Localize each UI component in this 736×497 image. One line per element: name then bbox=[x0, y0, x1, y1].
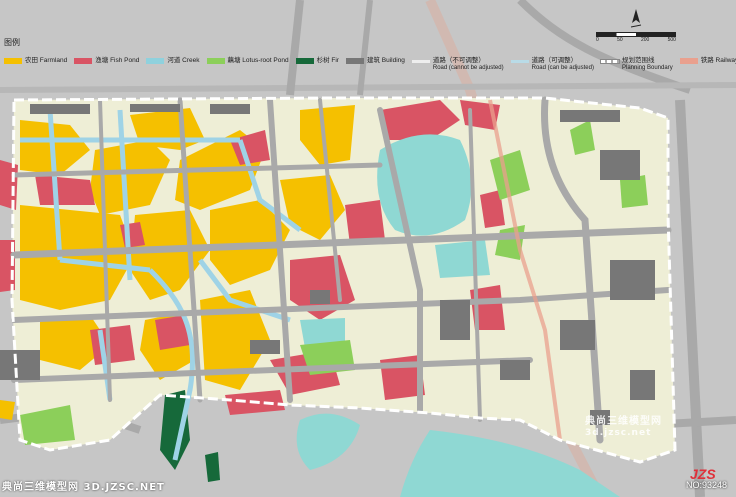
legend-item: 道路（可调整） Road (can be adjusted) bbox=[510, 57, 594, 71]
legend-item: 建筑 Building bbox=[345, 57, 405, 65]
legend-swatch bbox=[4, 58, 22, 64]
legend-item: 道路（不可调整） Road (cannot be adjusted) bbox=[411, 57, 504, 71]
scale-label: 0 bbox=[596, 37, 599, 43]
scale-label: 50 bbox=[617, 37, 623, 43]
watermark-url: 3d.jzsc.net bbox=[585, 428, 652, 438]
scale-label: 200 bbox=[640, 37, 650, 43]
legend-swatch bbox=[679, 58, 698, 64]
legend-label: 建筑 Building bbox=[366, 57, 405, 64]
legend-item: 农田 Farmland bbox=[4, 57, 67, 65]
legend-swatch bbox=[146, 58, 165, 64]
legend-swatch bbox=[206, 58, 225, 64]
legend-item: 规划范围线 Planning Boundary bbox=[599, 57, 673, 71]
legend-sublabel: Planning Boundary bbox=[621, 65, 673, 71]
scale-label: 500 bbox=[667, 37, 676, 43]
legend-swatch bbox=[74, 58, 93, 64]
legend-swatch bbox=[599, 59, 620, 64]
scale-bar: 0 50 200 500 bbox=[596, 32, 686, 43]
legend-label: 道路（可调整） bbox=[531, 57, 578, 64]
legend-label: 渔塘 Fish Pond bbox=[95, 57, 140, 64]
legend-sublabel: Road (cannot be adjusted) bbox=[432, 65, 504, 71]
watermark-bottom: 典尚三维模型网 3D.JZSC.NET bbox=[2, 482, 165, 493]
legend-item: 杉树 Fir bbox=[295, 57, 339, 65]
legend-swatch bbox=[295, 58, 314, 64]
legend-item: 河道 Creek bbox=[146, 57, 200, 65]
legend-item: 铁路 Railway bbox=[679, 57, 736, 65]
legend-swatch bbox=[345, 58, 364, 64]
legend-title: 图例 bbox=[4, 38, 20, 47]
legend-label: 杉树 Fir bbox=[316, 57, 339, 64]
legend-sublabel: Road (can be adjusted) bbox=[531, 65, 594, 71]
map-stage: 图例 农田 Farmland 渔塘 Fish Pond 河道 Creek 藕塘 Lot… bbox=[0, 0, 736, 497]
legend-label: 规划范围线 bbox=[621, 57, 655, 64]
legend-label: 河道 Creek bbox=[167, 57, 200, 64]
legend-label: 铁路 Railway bbox=[700, 57, 736, 64]
image-id-label: NO:93248 bbox=[686, 480, 728, 490]
legend-swatch bbox=[411, 60, 430, 63]
legend-swatch bbox=[510, 60, 529, 63]
legend-label: 道路（不可调整） bbox=[432, 57, 485, 64]
legend-label: 农田 Farmland bbox=[25, 57, 68, 64]
north-arrow-icon bbox=[628, 9, 644, 34]
watermark-cn: 典尚三维模型网 bbox=[585, 416, 662, 427]
map-legend: 农田 Farmland 渔塘 Fish Pond 河道 Creek 藕塘 Lotus-… bbox=[4, 57, 736, 73]
legend-item: 渔塘 Fish Pond bbox=[74, 57, 139, 65]
legend-label: 藕塘 Lotus-root Pond bbox=[227, 57, 289, 64]
legend-item: 藕塘 Lotus-root Pond bbox=[206, 57, 289, 65]
